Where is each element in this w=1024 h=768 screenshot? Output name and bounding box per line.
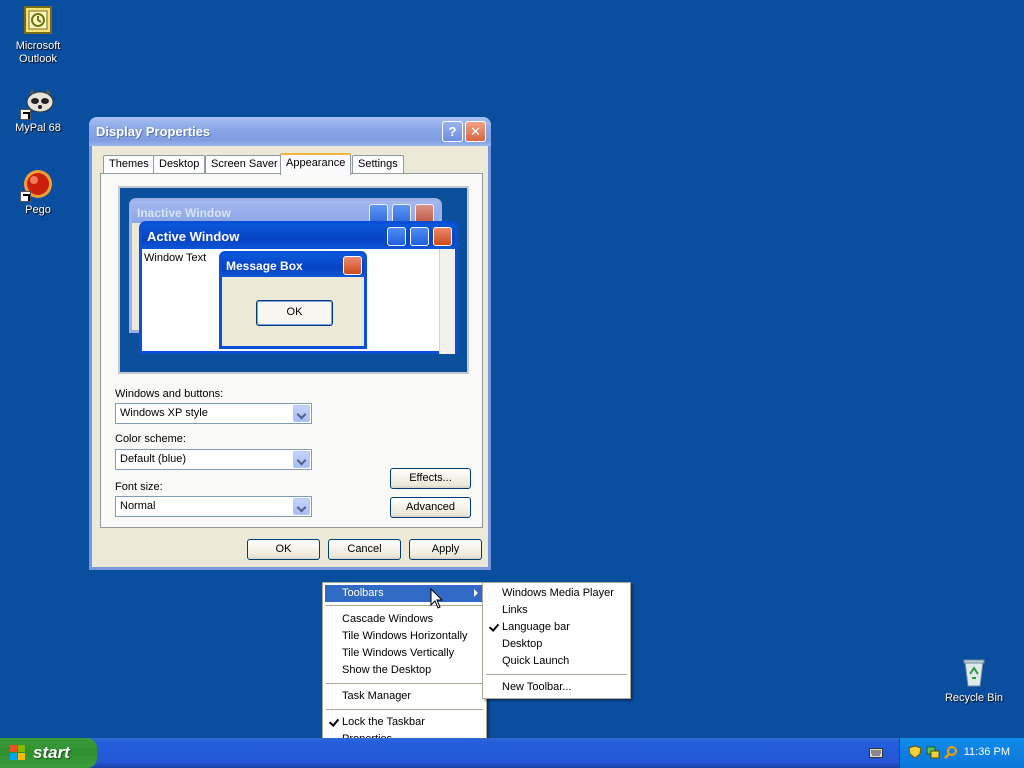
windows-buttons-select[interactable]: Windows XP style <box>115 403 312 424</box>
tab-desktop[interactable]: Desktop <box>153 155 206 174</box>
menu-item-label: Language bar <box>502 621 570 633</box>
desktop-icon-label: Recycle Bin <box>944 692 1004 704</box>
submenu-item-links[interactable]: Links <box>485 602 628 619</box>
preview-minimize-icon <box>387 227 406 246</box>
menu-item-toolbars[interactable]: Toolbars <box>325 585 484 602</box>
menu-separator <box>326 709 483 710</box>
preview-ok-button: OK <box>256 300 333 326</box>
preview-scrollbar <box>439 249 455 354</box>
help-button[interactable]: ? <box>442 121 463 142</box>
windows-buttons-value: Windows XP style <box>120 407 208 419</box>
network-icon[interactable] <box>926 745 940 759</box>
preview-close-icon <box>433 227 452 246</box>
menu-separator <box>326 605 483 606</box>
color-scheme-select[interactable]: Default (blue) <box>115 449 312 470</box>
toolbars-submenu: Windows Media Player Links Language bar … <box>482 582 631 699</box>
start-label: start <box>33 743 70 762</box>
font-size-value: Normal <box>120 500 156 512</box>
search-icon[interactable] <box>944 745 958 759</box>
window-title: Display Properties <box>96 124 211 139</box>
keyboard-icon[interactable] <box>869 747 883 759</box>
system-tray: 11:36 PM <box>899 738 1024 768</box>
pego-icon <box>20 168 54 202</box>
close-icon: ✕ <box>470 124 481 139</box>
mypal-icon <box>20 86 54 120</box>
window-titlebar[interactable]: Display Properties ? ✕ <box>89 117 491 146</box>
menu-item-label: Toolbars <box>342 587 384 599</box>
start-button[interactable]: start <box>0 738 97 768</box>
display-properties-window: Display Properties ? ✕ Themes Desktop Sc… <box>89 117 491 570</box>
windows-buttons-label: Windows and buttons: <box>115 388 224 400</box>
appearance-panel: Inactive Window Active Window Window Tex… <box>100 173 483 528</box>
menu-item-cascade-windows[interactable]: Cascade Windows <box>325 611 484 628</box>
desktop-icon-label: Pego <box>25 204 51 216</box>
windows-logo-icon <box>10 745 25 760</box>
outlook-icon <box>22 4 54 36</box>
submenu-item-quick-launch[interactable]: Quick Launch <box>485 653 628 670</box>
menu-separator <box>486 674 627 675</box>
menu-separator <box>326 683 483 684</box>
submenu-item-desktop[interactable]: Desktop <box>485 636 628 653</box>
submenu-item-language-bar[interactable]: Language bar <box>485 619 628 636</box>
color-scheme-value: Default (blue) <box>120 453 187 465</box>
advanced-button[interactable]: Advanced <box>390 497 471 518</box>
ok-button[interactable]: OK <box>247 539 320 560</box>
menu-item-tile-vertically[interactable]: Tile Windows Vertically <box>325 645 484 662</box>
desktop-icon-outlook[interactable]: Microsoft Outlook <box>0 4 76 66</box>
preview-window-text: Window Text <box>144 252 207 264</box>
shortcut-arrow-icon <box>20 191 31 202</box>
appearance-preview: Inactive Window Active Window Window Tex… <box>118 186 469 374</box>
desktop-icon-recycle-bin[interactable]: Recycle Bin <box>936 656 1012 705</box>
effects-button[interactable]: Effects... <box>390 468 471 489</box>
tab-appearance[interactable]: Appearance <box>280 153 352 175</box>
submenu-item-new-toolbar[interactable]: New Toolbar... <box>485 679 628 696</box>
menu-item-label: Lock the Taskbar <box>342 716 425 728</box>
desktop-icon-label: Microsoft Outlook <box>15 40 61 65</box>
menu-item-task-manager[interactable]: Task Manager <box>325 688 484 705</box>
preview-maximize-icon <box>410 227 429 246</box>
chevron-down-icon[interactable] <box>293 451 310 468</box>
recycle-bin-icon <box>958 656 990 688</box>
checkmark-icon <box>488 621 500 632</box>
font-size-select[interactable]: Normal <box>115 496 312 517</box>
taskbar-context-menu: Toolbars Cascade Windows Tile Windows Ho… <box>322 582 487 750</box>
security-shield-icon[interactable] <box>908 745 922 759</box>
tab-themes[interactable]: Themes <box>103 155 155 174</box>
clock[interactable]: 11:36 PM <box>964 746 1010 758</box>
preview-active-title: Active Window <box>142 224 455 249</box>
apply-button[interactable]: Apply <box>409 539 482 560</box>
menu-item-lock-taskbar[interactable]: Lock the Taskbar <box>325 714 484 731</box>
tab-settings[interactable]: Settings <box>352 155 404 174</box>
cancel-button[interactable]: Cancel <box>328 539 401 560</box>
desktop-icon-mypal[interactable]: MyPal 68 <box>0 86 76 135</box>
checkmark-icon <box>328 716 340 727</box>
submenu-item-windows-media-player[interactable]: Windows Media Player <box>485 585 628 602</box>
chevron-down-icon[interactable] <box>293 498 310 515</box>
mouse-cursor-icon <box>430 588 444 609</box>
help-icon: ? <box>448 124 457 139</box>
chevron-down-icon[interactable] <box>293 405 310 422</box>
close-button[interactable]: ✕ <box>465 121 486 142</box>
shortcut-arrow-icon <box>20 109 31 120</box>
desktop-icon-label: MyPal 68 <box>15 122 61 134</box>
taskbar[interactable]: start 11:36 PM <box>0 738 1024 768</box>
desktop-icon-pego[interactable]: Pego <box>0 168 76 217</box>
color-scheme-label: Color scheme: <box>115 433 186 445</box>
submenu-arrow-icon <box>474 589 478 597</box>
tab-screen-saver[interactable]: Screen Saver <box>205 155 284 174</box>
font-size-label: Font size: <box>115 481 163 493</box>
menu-item-tile-horizontally[interactable]: Tile Windows Horizontally <box>325 628 484 645</box>
menu-item-show-desktop[interactable]: Show the Desktop <box>325 662 484 679</box>
preview-message-box: Message Box OK <box>219 251 367 349</box>
preview-message-close-icon <box>343 256 362 275</box>
